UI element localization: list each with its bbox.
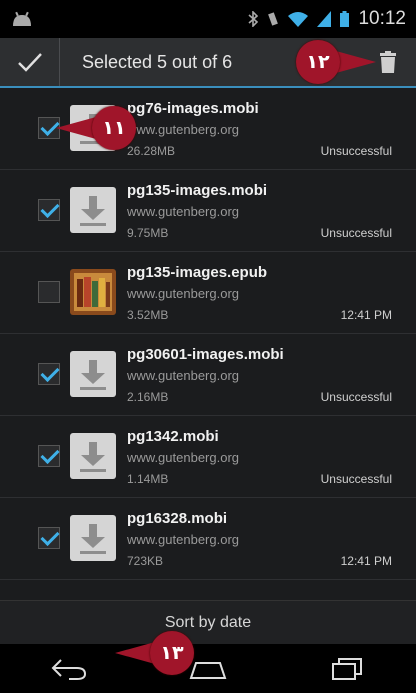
- download-icon: [70, 433, 116, 479]
- sort-by-date-button[interactable]: Sort by date: [0, 600, 416, 644]
- done-button[interactable]: [0, 38, 60, 86]
- file-source: www.gutenberg.org: [127, 286, 240, 301]
- battery-icon: [340, 11, 350, 27]
- file-size: 2.16MB: [127, 390, 169, 404]
- select-checkbox[interactable]: [38, 281, 60, 303]
- file-name: pg1342.mobi: [127, 428, 219, 445]
- checkmark-icon: [17, 53, 42, 72]
- callout-badge: ١٢: [296, 40, 340, 84]
- file-size: 723KB: [127, 554, 164, 568]
- file-name: pg16328.mobi: [127, 510, 228, 527]
- home-icon: [189, 661, 227, 679]
- file-source: www.gutenberg.org: [127, 204, 240, 219]
- list-item[interactable]: pg135-images.epub www.gutenberg.org 3.52…: [0, 252, 416, 334]
- callout-pointer: [56, 117, 96, 139]
- android-icon: [13, 11, 31, 26]
- wifi-icon: [288, 12, 309, 27]
- callout-pointer: [115, 642, 155, 664]
- file-source: www.gutenberg.org: [127, 368, 240, 383]
- select-checkbox[interactable]: [38, 527, 60, 549]
- file-size: 1.14MB: [127, 472, 169, 486]
- file-size: 3.52MB: [127, 308, 169, 322]
- file-name: pg76-images.mobi: [127, 100, 259, 117]
- download-status: Unsuccessful: [320, 226, 392, 240]
- navigation-bar: [0, 644, 416, 693]
- download-status: Unsuccessful: [320, 390, 392, 404]
- back-icon: [51, 658, 87, 680]
- download-icon: [70, 351, 116, 397]
- list-item[interactable]: pg16328.mobi www.gutenberg.org 723KB 12:…: [0, 498, 416, 580]
- select-checkbox[interactable]: [38, 199, 60, 221]
- sort-label: Sort by date: [164, 613, 252, 631]
- back-button[interactable]: [39, 649, 99, 689]
- callout-pointer: [336, 51, 376, 73]
- list-item[interactable]: pg30601-images.mobi www.gutenberg.org 2.…: [0, 334, 416, 416]
- download-status: Unsuccessful: [320, 144, 392, 158]
- callout-badge: ١١: [92, 106, 136, 150]
- callout-badge: ١٣: [150, 631, 194, 675]
- file-name: pg30601-images.mobi: [127, 346, 284, 363]
- file-source: www.gutenberg.org: [127, 122, 240, 137]
- signal-icon: [317, 11, 332, 27]
- select-checkbox[interactable]: [38, 445, 60, 467]
- file-name: pg135-images.epub: [127, 264, 268, 281]
- select-checkbox[interactable]: [38, 363, 60, 385]
- download-icon: [70, 187, 116, 233]
- status-bar: 10:12: [0, 0, 416, 38]
- file-size: 26.28MB: [127, 144, 176, 158]
- vibrate-icon: [268, 12, 279, 26]
- download-icon: [70, 515, 116, 561]
- bookshelf-icon: [70, 269, 116, 315]
- file-size: 9.75MB: [127, 226, 169, 240]
- recent-apps-icon: [331, 657, 362, 680]
- bluetooth-icon: [248, 11, 259, 27]
- list-item[interactable]: pg1342.mobi www.gutenberg.org 1.14MB Uns…: [0, 416, 416, 498]
- file-source: www.gutenberg.org: [127, 450, 240, 465]
- download-status: 12:41 PM: [340, 554, 392, 568]
- clock: 10:12: [358, 8, 406, 29]
- download-list: pg76-images.mobi www.gutenberg.org 26.28…: [0, 88, 416, 600]
- trash-icon: [380, 51, 396, 73]
- file-name: pg135-images.mobi: [127, 182, 268, 199]
- recent-apps-button[interactable]: [317, 649, 377, 689]
- download-status: Unsuccessful: [320, 472, 392, 486]
- file-source: www.gutenberg.org: [127, 532, 240, 547]
- download-status: 12:41 PM: [340, 308, 392, 322]
- list-item[interactable]: pg135-images.mobi www.gutenberg.org 9.75…: [0, 170, 416, 252]
